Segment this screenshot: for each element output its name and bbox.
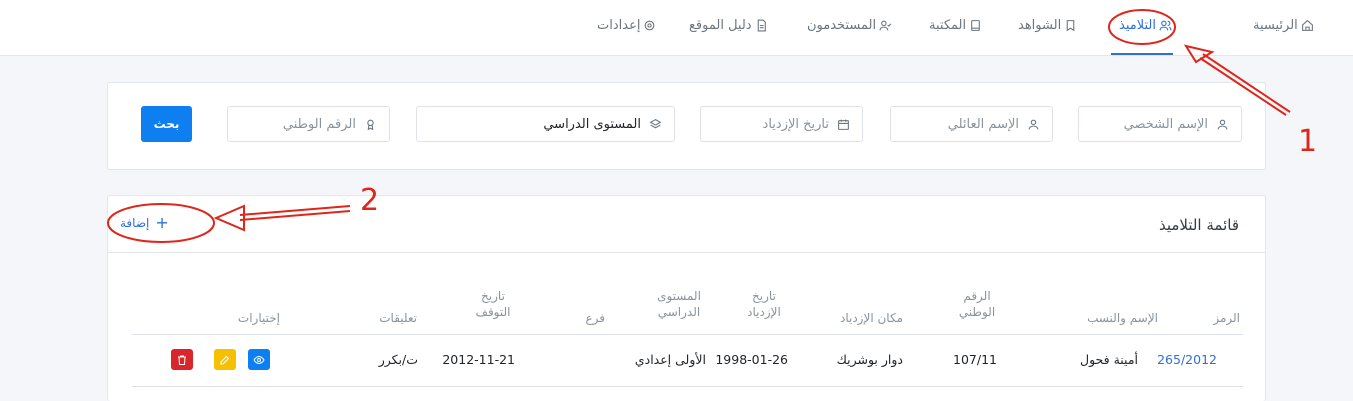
file-text-icon <box>757 19 766 32</box>
first-name-placeholder: الإسم الشخصي <box>1123 116 1208 132</box>
birth-date-field[interactable]: تاريخ الإزدياد <box>700 106 863 142</box>
cell-name: أمينة فحول <box>1080 352 1138 367</box>
user-check-icon <box>879 20 892 31</box>
nav-label: التلاميذ <box>1119 18 1156 33</box>
calendar-icon <box>838 119 849 130</box>
nav-item-users[interactable]: المستخدمون <box>807 18 892 33</box>
nav-label: المستخدمون <box>807 18 877 33</box>
column-header-code: الرمز <box>1213 311 1240 325</box>
table-header-divider <box>132 334 1243 335</box>
nav-label: الرئيسية <box>1253 18 1298 33</box>
column-header-name: الإسم والنسب <box>1087 311 1158 325</box>
students-list-card: قائمة التلاميذ + إضافة الرمز الإسم والنس… <box>107 195 1266 401</box>
column-header-birth-date: تاريخ الإزدياد <box>747 289 781 319</box>
active-tab-indicator <box>1111 53 1173 55</box>
layers-icon <box>649 118 662 128</box>
user-icon <box>1028 119 1039 129</box>
nav-item-settings[interactable]: إعدادات <box>597 18 656 33</box>
add-label: إضافة <box>120 216 150 230</box>
cell-national-id: 107/11 <box>953 352 997 367</box>
book-icon <box>971 20 980 31</box>
table-row-divider <box>132 386 1243 387</box>
page-edge <box>0 388 92 401</box>
list-title: قائمة التلاميذ <box>1158 216 1239 234</box>
award-icon <box>367 119 374 130</box>
column-header-comments: تعليقات <box>379 311 417 325</box>
edit-button[interactable] <box>214 349 236 370</box>
cell-code[interactable]: 265/2012 <box>1157 352 1217 367</box>
nav-label: الشواهد <box>1018 18 1062 33</box>
search-filter-card: الإسم الشخصي الإسم العائلي تاريخ الإزديا… <box>107 82 1266 170</box>
edit-icon <box>220 355 230 364</box>
nav-item-home[interactable]: الرئيسية <box>1253 18 1314 33</box>
add-student-button[interactable]: + إضافة <box>120 213 169 232</box>
cell-stop-date: 2012-11-21 <box>442 352 515 367</box>
nav-item-guide[interactable]: دليل الموقع <box>689 18 768 33</box>
family-name-placeholder: الإسم العائلي <box>947 116 1019 132</box>
cell-birth-date: 1998-01-26 <box>715 352 788 367</box>
level-select[interactable]: المستوى الدراسي <box>416 106 675 142</box>
nav-item-library[interactable]: المكتبة <box>929 18 982 33</box>
nav-label: دليل الموقع <box>689 18 752 33</box>
home-icon <box>1301 19 1313 31</box>
cell-comments: ت/بكرر <box>378 352 418 367</box>
nav-item-certificates[interactable]: الشواهد <box>1018 18 1077 33</box>
trash-icon <box>178 355 186 365</box>
column-header-stop-date: تاريخ التوقف <box>475 289 511 319</box>
column-header-actions: إختيارات <box>237 311 280 325</box>
top-navbar: الرئيسية التلاميذ الشواهد المكتبة المستخ… <box>0 0 1353 56</box>
nav-label: المكتبة <box>929 18 967 33</box>
birth-date-placeholder: تاريخ الإزدياد <box>762 116 829 132</box>
national-id-field[interactable]: الرقم الوطني <box>227 106 390 142</box>
nav-label: إعدادات <box>597 18 641 33</box>
eye-icon <box>253 355 265 364</box>
annotation-number-2: 2 <box>360 183 380 218</box>
user-icon <box>1217 119 1228 129</box>
column-header-national-id: الرقم الوطني <box>958 289 996 319</box>
first-name-field[interactable]: الإسم الشخصي <box>1078 106 1242 142</box>
cell-level: الأولى إعدادي <box>634 352 706 367</box>
cell-birth-place: دوار بوشريك <box>836 352 903 367</box>
view-button[interactable] <box>248 349 270 370</box>
settings-icon <box>645 20 655 31</box>
bookmark-icon <box>1066 20 1075 32</box>
column-header-branch: فرع <box>585 311 605 325</box>
column-header-level: المستوى الدراسي <box>657 289 701 319</box>
column-header-birth-place: مكان الإزدياد <box>840 311 903 325</box>
nav-item-students[interactable]: التلاميذ <box>1119 18 1172 33</box>
family-name-field[interactable]: الإسم العائلي <box>890 106 1053 142</box>
level-select-value: المستوى الدراسي <box>543 116 641 132</box>
delete-button[interactable] <box>171 349 193 370</box>
users-icon <box>1159 20 1172 31</box>
national-id-placeholder: الرقم الوطني <box>282 116 356 132</box>
plus-icon: + <box>155 213 169 232</box>
search-button[interactable]: بحث <box>141 106 192 142</box>
annotation-number-1: 1 <box>1298 124 1318 159</box>
list-header: قائمة التلاميذ + إضافة <box>108 196 1265 253</box>
